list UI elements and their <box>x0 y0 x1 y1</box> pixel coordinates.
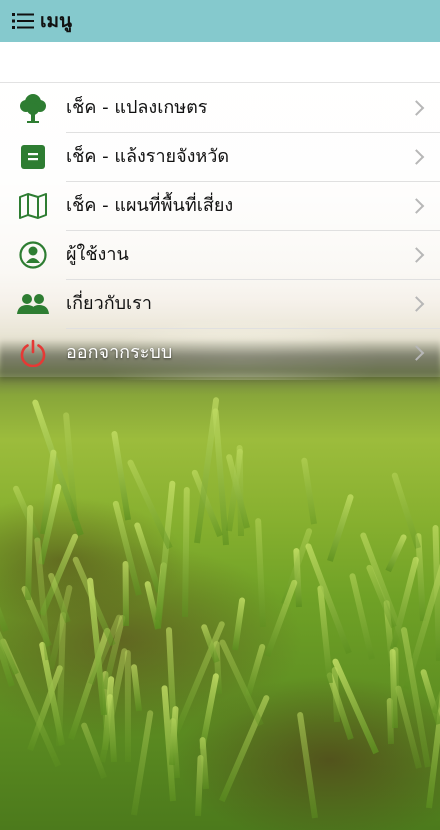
menu-item-check-farm-plot[interactable]: เช็ค - แปลงเกษตร <box>0 83 440 133</box>
menu-item-label: เกี่ยวกับเรา <box>66 279 440 329</box>
grass-blade <box>122 561 129 627</box>
tree-icon <box>0 93 66 123</box>
user-circle-icon <box>0 240 66 269</box>
power-icon <box>0 339 66 367</box>
side-menu: เช็ค - แปลงเกษตร เช็ค - แล้งรายจังหวัด เ… <box>0 42 440 377</box>
header-title: เมนู <box>40 10 73 32</box>
menu-item-check-risk-map[interactable]: เช็ค - แผนที่พื้นที่เสี่ยง <box>0 181 440 231</box>
menu-item-label: ผู้ใช้งาน <box>66 230 440 280</box>
menu-item-user[interactable]: ผู้ใช้งาน <box>0 230 440 280</box>
menu-item-label: เช็ค - แปลงเกษตร <box>66 83 440 133</box>
hamburger-list-icon[interactable] <box>12 12 34 30</box>
list-box-icon <box>0 144 66 169</box>
menu-item-about-us[interactable]: เกี่ยวกับเรา <box>0 279 440 329</box>
grass-blade <box>236 445 244 537</box>
menu-top-spacer <box>0 42 440 83</box>
menu-item-label: ออกจากระบบ <box>66 342 173 363</box>
menu-item-logout[interactable]: ออกจากระบบ <box>0 328 440 377</box>
menu-item-label: เช็ค - แผนที่พื้นที่เสี่ยง <box>66 181 440 231</box>
grass-blade <box>181 486 190 617</box>
group-icon <box>0 293 66 315</box>
app-header: เมนู <box>0 0 440 42</box>
map-icon <box>0 192 66 219</box>
menu-item-check-drought-province[interactable]: เช็ค - แล้งรายจังหวัด <box>0 132 440 182</box>
menu-item-label: เช็ค - แล้งรายจังหวัด <box>66 132 440 182</box>
